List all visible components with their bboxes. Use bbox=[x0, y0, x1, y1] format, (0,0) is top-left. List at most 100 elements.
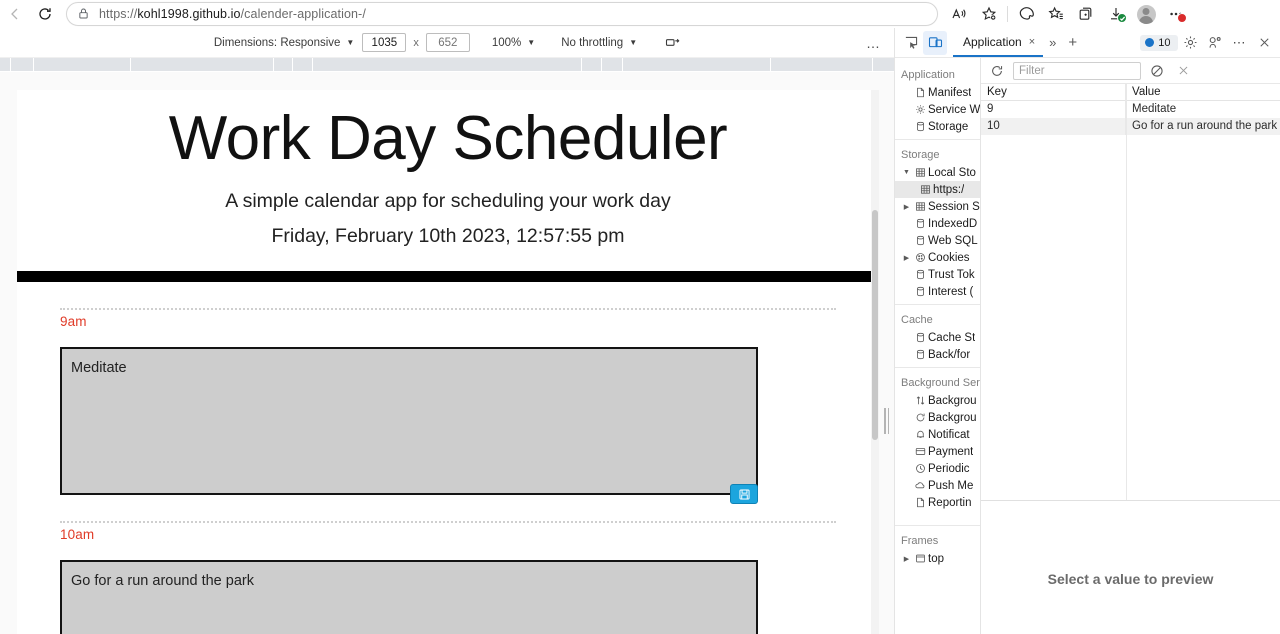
device-toolbar-more-button[interactable]: … bbox=[866, 36, 882, 50]
filter-input[interactable] bbox=[1013, 62, 1141, 80]
save-floppy-icon[interactable] bbox=[730, 484, 758, 504]
device-emulation-toolbar: Dimensions: Responsive ▼ x 100% ▼ No thr… bbox=[0, 28, 894, 58]
chevron-right-icon[interactable]: ▶ bbox=[901, 254, 912, 262]
cloud-icon bbox=[912, 480, 928, 491]
sidebar-item-label: top bbox=[928, 553, 944, 565]
cookie-icon bbox=[912, 252, 928, 263]
hour-textarea-9am[interactable] bbox=[60, 347, 758, 495]
frame-icon bbox=[912, 553, 928, 564]
devtools-panel: Application × » + 10 bbox=[894, 28, 1280, 634]
sidebar-item-interest-groups[interactable]: Interest ( bbox=[895, 283, 980, 300]
lock-icon bbox=[77, 7, 91, 21]
tab-application[interactable]: Application × bbox=[953, 28, 1043, 57]
sidebar-item-label: Web SQL bbox=[928, 235, 978, 247]
document-icon bbox=[912, 497, 928, 508]
viewport-ruler[interactable] bbox=[0, 58, 894, 72]
issues-count: 10 bbox=[1158, 37, 1170, 49]
more-tabs-icon[interactable]: » bbox=[1043, 35, 1062, 50]
sidebar-item-back-forward-cache[interactable]: Back/for bbox=[895, 346, 980, 363]
devtools-resize-handle[interactable] bbox=[883, 407, 890, 435]
cell-key: 10 bbox=[981, 118, 1126, 135]
header-divider bbox=[17, 271, 879, 282]
chevron-down-icon[interactable]: ▼ bbox=[901, 169, 912, 176]
dimensions-dropdown[interactable]: Dimensions: Responsive ▼ bbox=[206, 37, 362, 49]
viewport-width-input[interactable] bbox=[362, 33, 406, 52]
delete-selected-icon[interactable] bbox=[1173, 61, 1193, 81]
sidebar-item-cookies[interactable]: ▶ Cookies bbox=[895, 249, 980, 266]
chevron-down-icon: ▼ bbox=[346, 38, 354, 47]
sidebar-divider bbox=[895, 304, 980, 305]
sidebar-item-storage[interactable]: Storage bbox=[895, 118, 980, 135]
add-panel-button[interactable]: + bbox=[1062, 35, 1083, 50]
clear-all-icon[interactable] bbox=[1147, 61, 1167, 81]
page-scrollbar-thumb[interactable] bbox=[872, 210, 878, 440]
sidebar-item-push-messaging[interactable]: Push Me bbox=[895, 477, 980, 494]
profile-avatar[interactable] bbox=[1131, 1, 1161, 27]
sidebar-item-label: Interest ( bbox=[928, 286, 973, 298]
browser-toolbar: https://kohl1998.github.io/calender-appl… bbox=[0, 0, 1280, 28]
collections-icon[interactable] bbox=[1071, 1, 1101, 27]
sidebar-item-label: Session S bbox=[928, 201, 980, 213]
hour-textarea-10am[interactable] bbox=[60, 560, 758, 634]
refresh-icon[interactable] bbox=[987, 61, 1007, 81]
sidebar-item-frame-top[interactable]: ▶ top bbox=[895, 550, 980, 567]
chevron-right-icon[interactable]: ▶ bbox=[901, 555, 912, 563]
settings-and-more-icon[interactable] bbox=[1161, 1, 1191, 27]
local-storage-table[interactable]: Key Value 9 Meditate 10 Go for a run aro… bbox=[981, 84, 1280, 500]
close-icon[interactable]: × bbox=[1027, 36, 1037, 48]
address-bar[interactable]: https://kohl1998.github.io/calender-appl… bbox=[66, 2, 938, 26]
sidebar-item-label: Backgrou bbox=[928, 412, 977, 424]
zoom-dropdown[interactable]: 100% ▼ bbox=[484, 37, 543, 49]
sidebar-item-trust-tokens[interactable]: Trust Tok bbox=[895, 266, 980, 283]
chevron-right-icon[interactable]: ▶ bbox=[901, 203, 912, 211]
sidebar-item-background-fetch[interactable]: Backgrou bbox=[895, 392, 980, 409]
browser-essentials-icon[interactable] bbox=[1011, 1, 1041, 27]
sidebar-item-web-sql[interactable]: Web SQL bbox=[895, 232, 980, 249]
page-scrollbar[interactable] bbox=[871, 90, 879, 634]
sidebar-item-manifest[interactable]: Manifest bbox=[895, 84, 980, 101]
inspect-element-icon[interactable] bbox=[899, 31, 923, 55]
sidebar-item-notifications[interactable]: Notificat bbox=[895, 426, 980, 443]
sidebar-item-session-storage[interactable]: ▶ Session S bbox=[895, 198, 980, 215]
favorites-icon[interactable] bbox=[1041, 1, 1071, 27]
customize-devtools-icon[interactable] bbox=[1204, 31, 1228, 55]
sidebar-item-background-sync[interactable]: Backgrou bbox=[895, 409, 980, 426]
section-title-cache: Cache bbox=[895, 309, 980, 329]
column-header-value[interactable]: Value bbox=[1126, 84, 1280, 101]
downloads-icon[interactable] bbox=[1101, 1, 1131, 27]
hour-block-9am: 9am bbox=[60, 308, 836, 495]
database-icon bbox=[912, 235, 928, 246]
sidebar-item-indexeddb[interactable]: IndexedD bbox=[895, 215, 980, 232]
sidebar-item-cache-storage[interactable]: Cache St bbox=[895, 329, 980, 346]
rotate-icon[interactable] bbox=[657, 35, 688, 50]
sidebar-item-local-storage[interactable]: ▼ Local Sto bbox=[895, 164, 980, 181]
issues-badge[interactable]: 10 bbox=[1140, 35, 1177, 51]
table-row[interactable]: 9 Meditate bbox=[981, 101, 1280, 118]
hour-block-10am: 10am bbox=[60, 521, 836, 634]
read-aloud-icon[interactable] bbox=[944, 1, 974, 27]
gear-icon[interactable] bbox=[1179, 31, 1203, 55]
sidebar-item-periodic-sync[interactable]: Periodic bbox=[895, 460, 980, 477]
database-icon bbox=[912, 218, 928, 229]
column-header-key[interactable]: Key bbox=[981, 84, 1126, 101]
dimensions-label: Dimensions: Responsive bbox=[214, 37, 341, 49]
throttling-dropdown[interactable]: No throttling ▼ bbox=[553, 37, 645, 49]
close-devtools-icon[interactable] bbox=[1252, 31, 1276, 55]
devtools-more-icon[interactable]: ⋯ bbox=[1229, 35, 1252, 51]
sidebar-item-label: Cookies bbox=[928, 252, 970, 264]
refresh-button[interactable] bbox=[30, 1, 60, 27]
add-favorite-icon[interactable] bbox=[974, 1, 1004, 27]
application-sidebar: Application Manifest bbox=[895, 58, 981, 634]
viewport-height-input[interactable] bbox=[426, 33, 470, 52]
page-header: Work Day Scheduler A simple calendar app… bbox=[17, 90, 879, 248]
toggle-device-toolbar-icon[interactable] bbox=[923, 31, 947, 55]
sidebar-item-service-workers[interactable]: Service W bbox=[895, 101, 980, 118]
sidebar-item-label: https:/ bbox=[933, 184, 964, 196]
sidebar-item-reporting-api[interactable]: Reportin bbox=[895, 494, 980, 511]
table-row[interactable]: 10 Go for a run around the park bbox=[981, 118, 1280, 135]
sidebar-item-payment-handler[interactable]: Payment bbox=[895, 443, 980, 460]
page-viewport: Work Day Scheduler A simple calendar app… bbox=[17, 90, 879, 634]
current-date-time: Friday, February 10th 2023, 12:57:55 pm bbox=[17, 225, 879, 248]
sidebar-item-local-storage-origin[interactable]: https:/ bbox=[895, 181, 980, 198]
back-button[interactable] bbox=[0, 1, 30, 27]
